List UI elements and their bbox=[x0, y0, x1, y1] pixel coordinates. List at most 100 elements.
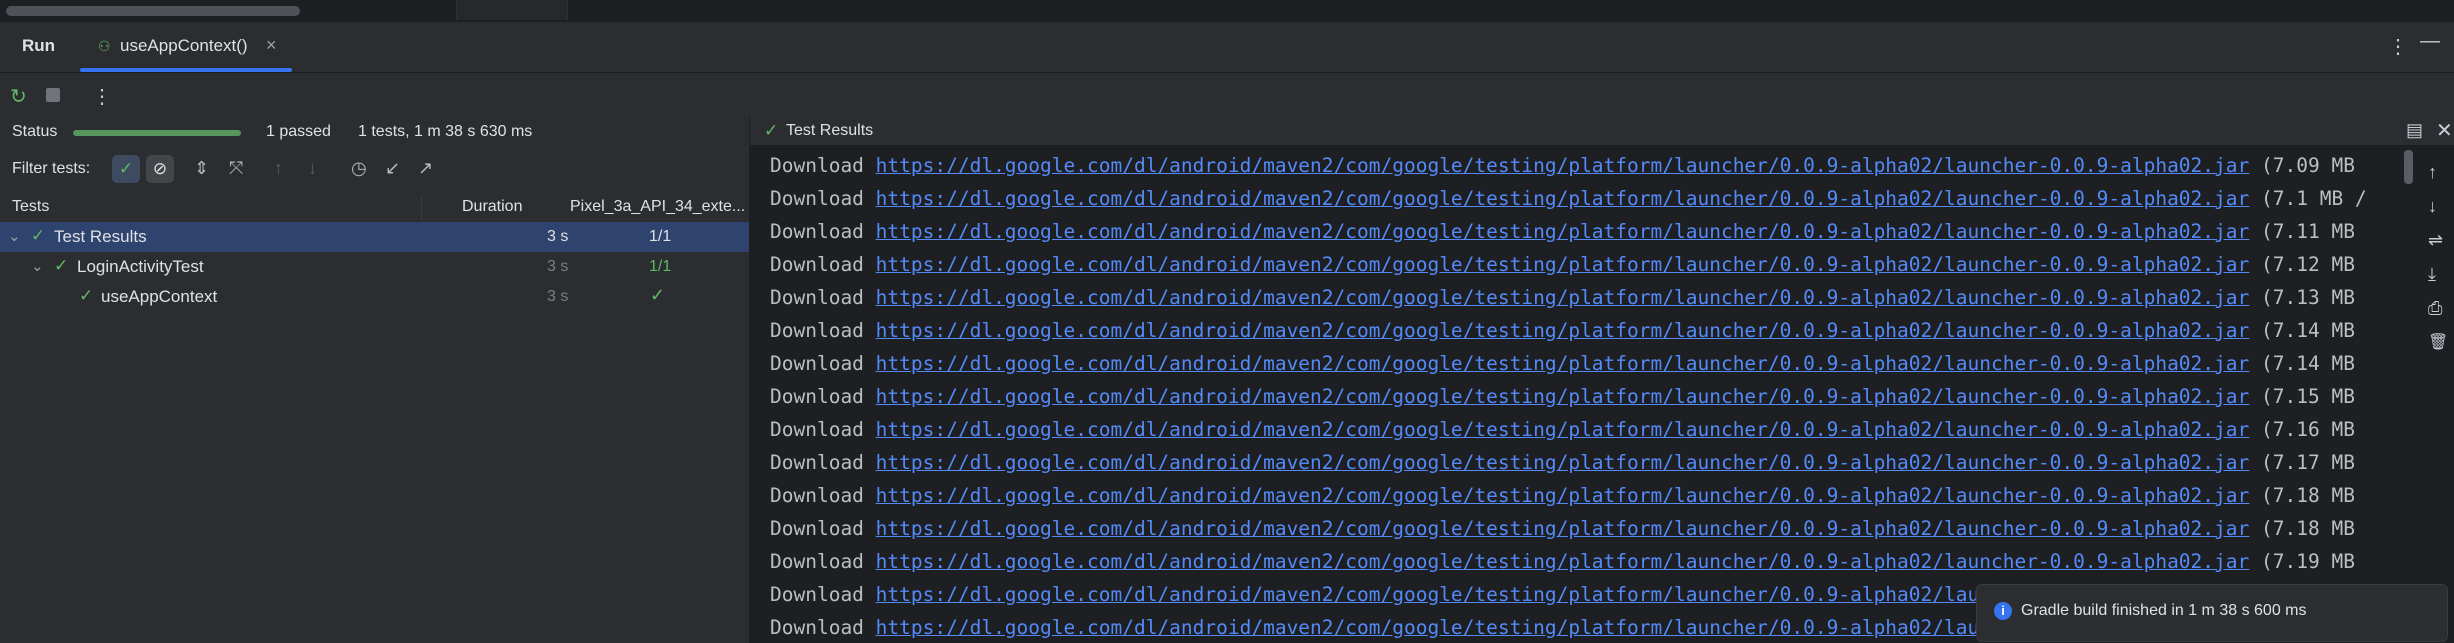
download-link[interactable]: https://dl.google.com/dl/android/maven2/… bbox=[876, 220, 2250, 243]
console-line: Download https://dl.google.com/dl/androi… bbox=[770, 413, 2390, 446]
tree-row-duration: 3 s bbox=[547, 288, 569, 305]
console-line: Download https://dl.google.com/dl/androi… bbox=[770, 281, 2390, 314]
download-prefix: Download bbox=[770, 616, 864, 639]
console-line: Download https://dl.google.com/dl/androi… bbox=[770, 512, 2390, 545]
export-tests-icon[interactable]: ↗ bbox=[418, 158, 433, 179]
expand-all-icon[interactable]: ⇕ bbox=[194, 158, 209, 179]
more-options-icon[interactable]: ⋮ bbox=[2388, 34, 2408, 59]
passed-check-icon: ✓ bbox=[79, 286, 94, 305]
download-progress: (7.13 MB bbox=[2261, 286, 2355, 309]
minimize-icon[interactable]: — bbox=[2420, 30, 2440, 53]
console-header bbox=[750, 117, 2454, 145]
console-line: Download https://dl.google.com/dl/androi… bbox=[770, 314, 2390, 347]
toolbar-more-icon[interactable]: ⋮ bbox=[92, 84, 112, 109]
tree-row-duration: 3 s bbox=[547, 258, 569, 275]
console-title: Test Results bbox=[786, 122, 874, 139]
download-prefix: Download bbox=[770, 385, 864, 408]
download-prefix: Download bbox=[770, 451, 864, 474]
collapse-all-icon[interactable]: ⤧ bbox=[229, 158, 243, 179]
show-passed-toggle[interactable]: ✓ bbox=[112, 155, 140, 183]
close-results-icon[interactable]: ✕ bbox=[2436, 118, 2453, 143]
test-summary: 1 tests, 1 m 38 s 630 ms bbox=[358, 123, 533, 140]
print-icon[interactable]: ⎙ bbox=[2428, 298, 2442, 319]
editor-strip-segment bbox=[456, 0, 568, 20]
scroll-to-end-icon[interactable]: ⤓ bbox=[2428, 264, 2436, 285]
download-progress: (7.15 MB bbox=[2261, 385, 2355, 408]
download-progress: (7.14 MB bbox=[2261, 319, 2355, 342]
trash-icon[interactable]: 🗑 bbox=[2428, 332, 2448, 352]
column-duration[interactable]: Duration bbox=[462, 198, 522, 216]
column-tests[interactable]: Tests bbox=[12, 198, 49, 216]
tree-row-label: useAppContext bbox=[101, 287, 218, 306]
layout-icon[interactable]: ▤ bbox=[2406, 120, 2423, 141]
download-prefix: Download bbox=[770, 583, 864, 606]
download-prefix: Download bbox=[770, 550, 864, 573]
console-line: Download https://dl.google.com/dl/androi… bbox=[770, 479, 2390, 512]
download-link[interactable]: https://dl.google.com/dl/android/maven2/… bbox=[876, 187, 2250, 210]
download-link[interactable]: https://dl.google.com/dl/android/maven2/… bbox=[876, 286, 2250, 309]
tree-row-label: LoginActivityTest bbox=[77, 257, 204, 276]
console-line: Download https://dl.google.com/dl/androi… bbox=[770, 248, 2390, 281]
download-link[interactable]: https://dl.google.com/dl/android/maven2/… bbox=[876, 484, 2250, 507]
download-prefix: Download bbox=[770, 418, 864, 441]
console-line: Download https://dl.google.com/dl/androi… bbox=[770, 446, 2390, 479]
import-tests-icon[interactable]: ↙ bbox=[385, 158, 400, 179]
tab-label: useAppContext() bbox=[120, 36, 248, 55]
scroll-down-icon[interactable]: ↓ bbox=[2428, 196, 2437, 217]
download-prefix: Download bbox=[770, 253, 864, 276]
horizontal-scrollbar[interactable] bbox=[6, 6, 300, 16]
download-link[interactable]: https://dl.google.com/dl/android/maven2/… bbox=[876, 451, 2250, 474]
column-divider[interactable] bbox=[421, 196, 422, 220]
download-link[interactable]: https://dl.google.com/dl/android/maven2/… bbox=[876, 550, 2250, 573]
download-prefix: Download bbox=[770, 352, 864, 375]
passed-count: 1 passed bbox=[266, 123, 331, 140]
rerun-icon[interactable]: ↻ bbox=[10, 84, 27, 109]
show-ignored-toggle[interactable]: ⊘ bbox=[146, 155, 174, 183]
download-progress: (7.12 MB bbox=[2261, 253, 2355, 276]
console-line: Download https://dl.google.com/dl/androi… bbox=[770, 545, 2390, 578]
status-label: Status bbox=[12, 123, 58, 140]
test-history-icon[interactable]: ◷ bbox=[351, 158, 367, 179]
active-tab-indicator bbox=[80, 68, 292, 72]
soft-wrap-icon[interactable]: ⇌ bbox=[2428, 230, 2443, 251]
chevron-down-icon[interactable]: ⌄ bbox=[31, 257, 44, 275]
download-link[interactable]: https://dl.google.com/dl/android/maven2/… bbox=[876, 154, 2250, 177]
console-scrollbar[interactable] bbox=[2404, 150, 2413, 184]
previous-failed-icon[interactable]: ↑ bbox=[274, 158, 283, 179]
tree-row-duration: 3 s bbox=[547, 228, 569, 245]
download-progress: (7.1 MB / bbox=[2261, 187, 2367, 210]
column-device[interactable]: Pixel_3a_API_34_exte... bbox=[570, 198, 745, 216]
close-tab-icon[interactable]: × bbox=[266, 35, 277, 56]
tree-row-result: 1/1 bbox=[649, 258, 672, 275]
download-link[interactable]: https://dl.google.com/dl/android/maven2/… bbox=[876, 385, 2250, 408]
filter-tests-label: Filter tests: bbox=[12, 160, 91, 177]
notification-text: Gradle build finished in 1 m 38 s 600 ms bbox=[2021, 602, 2307, 619]
download-progress: (7.18 MB bbox=[2261, 484, 2355, 507]
passed-check-icon: ✓ bbox=[31, 226, 46, 245]
console-line: Download https://dl.google.com/dl/androi… bbox=[770, 182, 2390, 215]
console-line: Download https://dl.google.com/dl/androi… bbox=[770, 149, 2390, 182]
info-icon: i bbox=[1994, 602, 2012, 620]
console-output[interactable]: Download https://dl.google.com/dl/androi… bbox=[770, 149, 2390, 643]
download-prefix: Download bbox=[770, 517, 864, 540]
tree-row-result: 1/1 bbox=[649, 228, 672, 245]
download-link[interactable]: https://dl.google.com/dl/android/maven2/… bbox=[876, 319, 2250, 342]
download-link[interactable]: https://dl.google.com/dl/android/maven2/… bbox=[876, 517, 2250, 540]
chevron-down-icon[interactable]: ⌄ bbox=[8, 227, 21, 245]
run-tool-window-header bbox=[0, 22, 2454, 73]
download-link[interactable]: https://dl.google.com/dl/android/maven2/… bbox=[876, 352, 2250, 375]
stop-icon[interactable] bbox=[46, 88, 60, 102]
download-progress: (7.18 MB bbox=[2261, 517, 2355, 540]
download-progress: (7.19 MB bbox=[2261, 550, 2355, 573]
editor-tab-strip bbox=[0, 0, 2454, 22]
run-toolbar bbox=[0, 73, 2454, 118]
passed-check-icon: ✓ bbox=[54, 256, 69, 275]
next-failed-icon[interactable]: ↓ bbox=[308, 158, 317, 179]
download-progress: (7.16 MB bbox=[2261, 418, 2355, 441]
download-prefix: Download bbox=[770, 220, 864, 243]
scroll-up-icon[interactable]: ↑ bbox=[2428, 162, 2437, 183]
console-line: Download https://dl.google.com/dl/androi… bbox=[770, 347, 2390, 380]
download-link[interactable]: https://dl.google.com/dl/android/maven2/… bbox=[876, 253, 2250, 276]
results-check-icon: ✓ bbox=[764, 121, 779, 140]
download-link[interactable]: https://dl.google.com/dl/android/maven2/… bbox=[876, 418, 2250, 441]
